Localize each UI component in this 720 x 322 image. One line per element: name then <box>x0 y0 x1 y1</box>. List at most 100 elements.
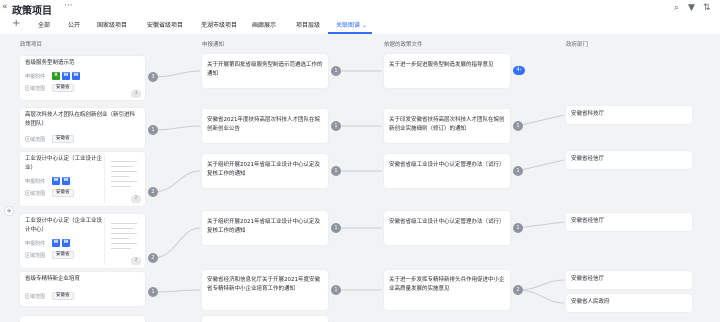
filter-icon[interactable]: ▼ <box>688 3 695 13</box>
tab-public[interactable]: 公开 <box>68 20 80 29</box>
word-file-icon[interactable]: W <box>52 239 60 247</box>
project-card[interactable]: 省级服务型制造示范 申报附件 X W W 区域范围 安徽省 3 <box>20 56 145 100</box>
region-tag: 安徽省 <box>52 251 74 259</box>
excel-file-icon[interactable]: X <box>52 72 60 80</box>
project-card[interactable] <box>20 316 145 322</box>
attachment-label: 申报附件 <box>25 74 46 80</box>
relation-count-badge[interactable]: 1 <box>331 166 341 176</box>
region-tag: 安徽省 <box>52 135 74 143</box>
connector <box>152 125 201 131</box>
region-tag: 安徽省 <box>52 84 74 92</box>
policy-card[interactable]: 关于印发安徽省扶持高层次科技人才团队在皖创新创业实施细则（修订）的通知 <box>384 109 510 143</box>
word-file-icon[interactable]: W <box>62 177 70 185</box>
connector <box>152 289 201 293</box>
policy-card[interactable]: 安徽省省级工业设计中心认定管理办法（试行） <box>384 211 510 245</box>
tab-level[interactable]: 项目层级 <box>296 20 320 29</box>
notice-card[interactable]: 安徽省经济和信息化厅关于开展2021年度安徽省专精特新中小企业培育工作的通知 <box>202 270 328 310</box>
more-icon[interactable]: ··· <box>64 1 73 11</box>
project-title: 省级服务型制造示范 <box>25 60 75 66</box>
relation-count-badge[interactable]: 2 <box>148 187 158 197</box>
relation-board: 政策项目 申报通知 依据的政策文件 政府部门 省级服务型制造示范 申报附件 X … <box>0 34 720 322</box>
connector <box>152 70 201 78</box>
project-title: 工业设计中心认定（企业工业设计中心） <box>25 218 103 233</box>
tab-all[interactable]: 全部 <box>38 20 50 29</box>
notice-card[interactable]: 安徽省2021年度扶持高层次科技人才团队在皖创新创业公告 <box>202 109 328 143</box>
department-name: 安徽省人民政府 <box>571 299 610 305</box>
tab-national[interactable]: 国家级项目 <box>97 20 127 29</box>
relation-count-badge[interactable]: 2 <box>513 285 523 295</box>
project-card[interactable]: 高层次科技人才团队在皖创新创业（新引进科技团队） 区域范围 安徽省 <box>20 108 145 148</box>
notice-card[interactable]: 关于开展第四批省级服务型制造示范遴选工作的通知 <box>202 54 328 88</box>
relation-count-badge[interactable]: 1 <box>513 166 523 176</box>
notice-card[interactable] <box>202 316 328 322</box>
add-view-icon[interactable]: + <box>12 18 20 29</box>
region-label: 区域范围 <box>25 294 46 300</box>
relation-count-badge[interactable]: 4› <box>513 66 525 75</box>
top-bar: « 政策项目 ··· ⌕ ▼ ⇅ + 全部 公开 国家级项目 安徽省级项目 芜湖… <box>0 0 720 34</box>
collapse-chevron-icon[interactable]: « <box>2 2 8 12</box>
notice-card[interactable]: 关于组织开展2021年省级工业设计中心认定及复核工作的通知 <box>202 211 328 245</box>
relation-count-badge[interactable]: 1 <box>331 285 341 295</box>
notice-title: 安徽省经济和信息化厅关于开展2021年度安徽省专精特新中小企业培育工作的通知 <box>207 277 320 292</box>
tab-gallery[interactable]: 画廊展示 <box>252 20 276 29</box>
region-label: 区域范围 <box>25 86 46 92</box>
department-card[interactable]: 安徽省科技厅 <box>566 106 692 124</box>
project-title: 高层次科技人才团队在皖创新创业（新引进科技团队） <box>25 112 136 127</box>
connector <box>152 227 201 259</box>
tab-relation-graph[interactable]: 关联图谱 ⌄ <box>336 20 367 29</box>
relation-count-badge[interactable]: 1 <box>148 287 158 297</box>
policy-card[interactable]: 安徽省省级工业设计中心认定管理办法（试行） <box>384 154 510 188</box>
search-icon[interactable]: ⌕ <box>674 3 679 13</box>
notice-title: 安徽省2021年度扶持高层次科技人才团队在皖创新创业公告 <box>207 117 320 132</box>
policy-title: 关于进一步发挥专精特新排头兵作用促进中小企业高质量发展的实施意见 <box>389 277 505 292</box>
department-card[interactable]: 安徽省人民政府 <box>566 294 692 312</box>
relation-count-badge[interactable]: 1 <box>331 223 341 233</box>
department-name: 安徽省经信厅 <box>571 276 605 282</box>
connector <box>516 279 565 291</box>
word-file-icon[interactable]: W <box>72 72 80 80</box>
project-card[interactable]: 省级专精特新企业培育 区域范围 安徽省 <box>20 272 145 306</box>
department-card[interactable]: 安徽省经信厅 <box>566 271 692 289</box>
tab-wuhu[interactable]: 芜湖市级项目 <box>201 20 237 29</box>
policy-title: 安徽省省级工业设计中心认定管理办法（试行） <box>389 219 505 225</box>
relation-count-badge[interactable]: 1 <box>148 125 158 135</box>
relation-count-badge[interactable]: 1 <box>331 66 341 76</box>
relation-count-badge[interactable]: 1 <box>331 121 341 131</box>
relation-count-badge[interactable]: 3 <box>148 72 158 82</box>
attachment-count: 3 <box>131 90 141 98</box>
view-tabs: + 全部 公开 国家级项目 安徽省级项目 芜湖市级项目 画廊展示 项目层级 关联… <box>0 18 720 34</box>
word-file-icon[interactable]: W <box>62 72 70 80</box>
relation-count-badge[interactable]: 2 <box>148 253 158 263</box>
word-file-icon[interactable]: W <box>52 177 60 185</box>
policy-card[interactable]: 关于进一步促进服务型制造发展的指导意见 <box>384 54 510 88</box>
relation-count-badge[interactable]: 1 <box>513 121 523 131</box>
add-node-icon[interactable]: + <box>4 206 14 216</box>
tab-anhui[interactable]: 安徽省级项目 <box>147 20 183 29</box>
department-card[interactable]: 安徽省经信厅 <box>566 213 692 231</box>
policy-title: 关于进一步促进服务型制造发展的指导意见 <box>389 62 494 68</box>
policy-card[interactable]: 关于进一步发挥专精特新排头兵作用促进中小企业高质量发展的实施意见 <box>384 270 510 310</box>
notice-card[interactable]: 关于组织开展2021年省级工业设计中心认定及复核工作的通知 <box>202 154 328 188</box>
attachment-label: 申报附件 <box>25 241 46 247</box>
attachment-label: 申报附件 <box>25 179 46 185</box>
project-card[interactable]: 工业设计中心认定（工业设计企业） 申报附件 W W 区域范围 安徽省 2 <box>20 152 145 206</box>
sort-icon[interactable]: ⇅ <box>703 3 711 13</box>
relation-count-badge[interactable]: 1 <box>513 223 523 233</box>
notice-title: 关于组织开展2021年省级工业设计中心认定及复核工作的通知 <box>207 162 320 177</box>
region-label: 区域范围 <box>25 253 46 259</box>
department-name: 安徽省科技厅 <box>571 111 605 117</box>
region-tag: 安徽省 <box>52 189 74 197</box>
policy-title: 关于印发安徽省扶持高层次科技人才团队在皖创新创业实施细则（修订）的通知 <box>389 117 505 132</box>
region-label: 区域范围 <box>25 191 46 197</box>
policy-title: 安徽省省级工业设计中心认定管理办法（试行） <box>389 162 505 168</box>
region-tag: 安徽省 <box>52 292 74 300</box>
word-file-icon[interactable]: W <box>62 239 70 247</box>
attachment-count: 2 <box>131 257 141 265</box>
attachment-count: 2 <box>131 195 141 203</box>
page-title: 政策项目 <box>12 6 52 17</box>
chevron-down-icon: ⌄ <box>361 22 367 29</box>
department-name: 安徽省经信厅 <box>571 218 605 224</box>
notice-title: 关于开展第四批省级服务型制造示范遴选工作的通知 <box>207 62 323 77</box>
department-card[interactable]: 安徽省经信厅 <box>566 151 692 169</box>
project-card[interactable]: 工业设计中心认定（企业工业设计中心） 申报附件 W W 区域范围 安徽省 2 <box>20 214 145 268</box>
